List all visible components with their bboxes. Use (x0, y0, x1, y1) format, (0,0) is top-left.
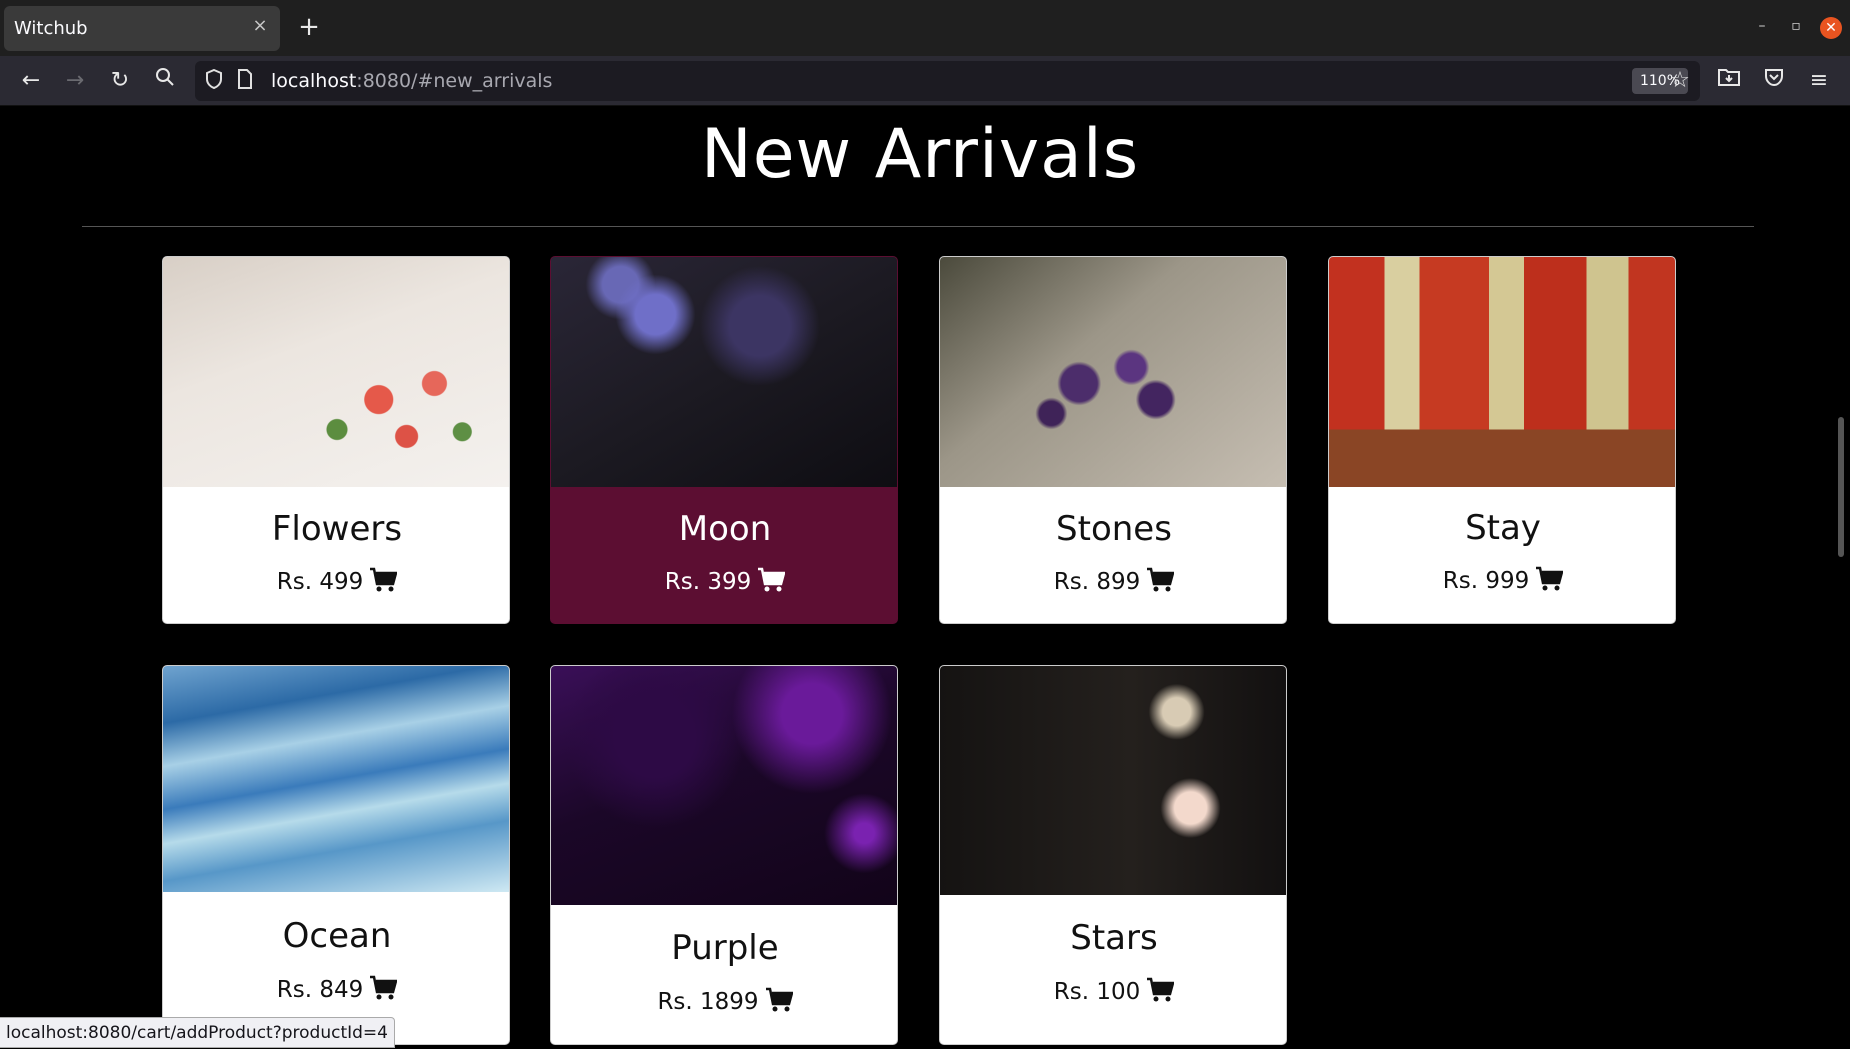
cart-icon[interactable] (757, 567, 786, 599)
page-title: New Arrivals (700, 115, 1140, 194)
price-text: Rs. 399 (664, 569, 752, 595)
shield-icon[interactable] (205, 68, 223, 94)
product-price: Rs. 849 (163, 975, 509, 1007)
product-name: Ocean (282, 916, 392, 956)
product-image-moon[interactable] (551, 257, 897, 487)
product-image-flowers[interactable] (163, 257, 509, 487)
tab-title: Witchub (14, 18, 88, 39)
cart-icon[interactable] (1146, 977, 1175, 1009)
product-image-stars[interactable] (940, 666, 1286, 895)
vertical-scrollbar[interactable] (1838, 417, 1844, 557)
product-name: Stars (1070, 918, 1158, 958)
navigation-toolbar: ← → ↻ localhost:8080/#new_arrivals 110% … (0, 56, 1850, 106)
product-name: Stay (1465, 508, 1541, 548)
downloads-folder-icon[interactable] (1714, 66, 1744, 96)
product-name: Purple (671, 928, 779, 968)
product-card-moon[interactable]: Moon Rs. 399 (550, 256, 898, 624)
price-text: Rs. 499 (276, 569, 364, 595)
product-image-stay[interactable] (1329, 257, 1675, 487)
title-divider (82, 226, 1754, 227)
new-tab-button[interactable]: + (294, 12, 324, 42)
product-card-flowers[interactable]: Flowers Rs. 499 (162, 256, 510, 624)
product-price: Rs. 499 (163, 567, 509, 599)
product-card-purple[interactable]: Purple Rs. 1899 (550, 665, 898, 1045)
menu-hamburger-icon[interactable]: ≡ (1804, 66, 1834, 96)
price-text: Rs. 1899 (657, 989, 759, 1015)
tab-close-icon[interactable]: × (250, 16, 270, 36)
page-content: New Arrivals Flowers Rs. 499 Moon Rs. 39… (0, 107, 1850, 1048)
url-bar[interactable]: localhost:8080/#new_arrivals 110% (195, 61, 1700, 101)
cart-icon[interactable] (765, 987, 794, 1019)
cart-icon[interactable] (369, 975, 398, 1007)
price-text: Rs. 100 (1053, 979, 1141, 1005)
cart-icon[interactable] (1146, 567, 1175, 599)
window-close-icon[interactable]: ✕ (1820, 17, 1842, 39)
product-price: Rs. 999 (1329, 566, 1675, 598)
tab-witchub[interactable]: Witchub × (4, 6, 280, 51)
product-image-stones[interactable] (940, 257, 1286, 487)
maximize-icon[interactable]: ▫ (1786, 18, 1806, 34)
price-text: Rs. 999 (1442, 568, 1530, 594)
status-bar-link-preview: localhost:8080/cart/addProduct?productId… (0, 1017, 395, 1048)
forward-arrow-icon[interactable]: → (60, 66, 90, 96)
reload-icon[interactable]: ↻ (105, 66, 135, 96)
price-text: Rs. 849 (276, 977, 364, 1003)
price-text: Rs. 899 (1053, 569, 1141, 595)
product-image-purple[interactable] (551, 666, 897, 905)
product-price: Rs. 899 (940, 567, 1286, 599)
page-icon (237, 69, 253, 93)
tab-strip: Witchub × + – ▫ ✕ (0, 0, 1850, 56)
url-host: localhost (271, 70, 357, 92)
product-name: Stones (1056, 509, 1172, 549)
search-icon[interactable] (150, 66, 180, 96)
product-price: Rs. 1899 (551, 987, 897, 1019)
pocket-icon[interactable] (1759, 66, 1789, 96)
product-card-stay[interactable]: Stay Rs. 999 (1328, 256, 1676, 624)
product-card-ocean[interactable]: Ocean Rs. 849 (162, 665, 510, 1045)
product-image-ocean[interactable] (163, 666, 509, 892)
cart-icon[interactable] (369, 567, 398, 599)
url-path: :8080/#new_arrivals (356, 70, 553, 92)
product-name: Moon (678, 509, 772, 549)
product-card-stars[interactable]: Stars Rs. 100 (939, 665, 1287, 1045)
cart-icon[interactable] (1535, 566, 1564, 598)
minimize-icon[interactable]: – (1752, 18, 1772, 34)
bookmark-star-icon[interactable]: ☆ (1665, 66, 1695, 96)
product-card-stones[interactable]: Stones Rs. 899 (939, 256, 1287, 624)
back-arrow-icon[interactable]: ← (16, 66, 46, 96)
product-price: Rs. 100 (940, 977, 1286, 1009)
url-text[interactable]: localhost:8080/#new_arrivals (271, 70, 552, 92)
browser-window: Witchub × + – ▫ ✕ ← → ↻ localhost:8080/#… (0, 0, 1850, 1048)
product-name: Flowers (271, 509, 403, 549)
product-price: Rs. 399 (551, 567, 897, 599)
